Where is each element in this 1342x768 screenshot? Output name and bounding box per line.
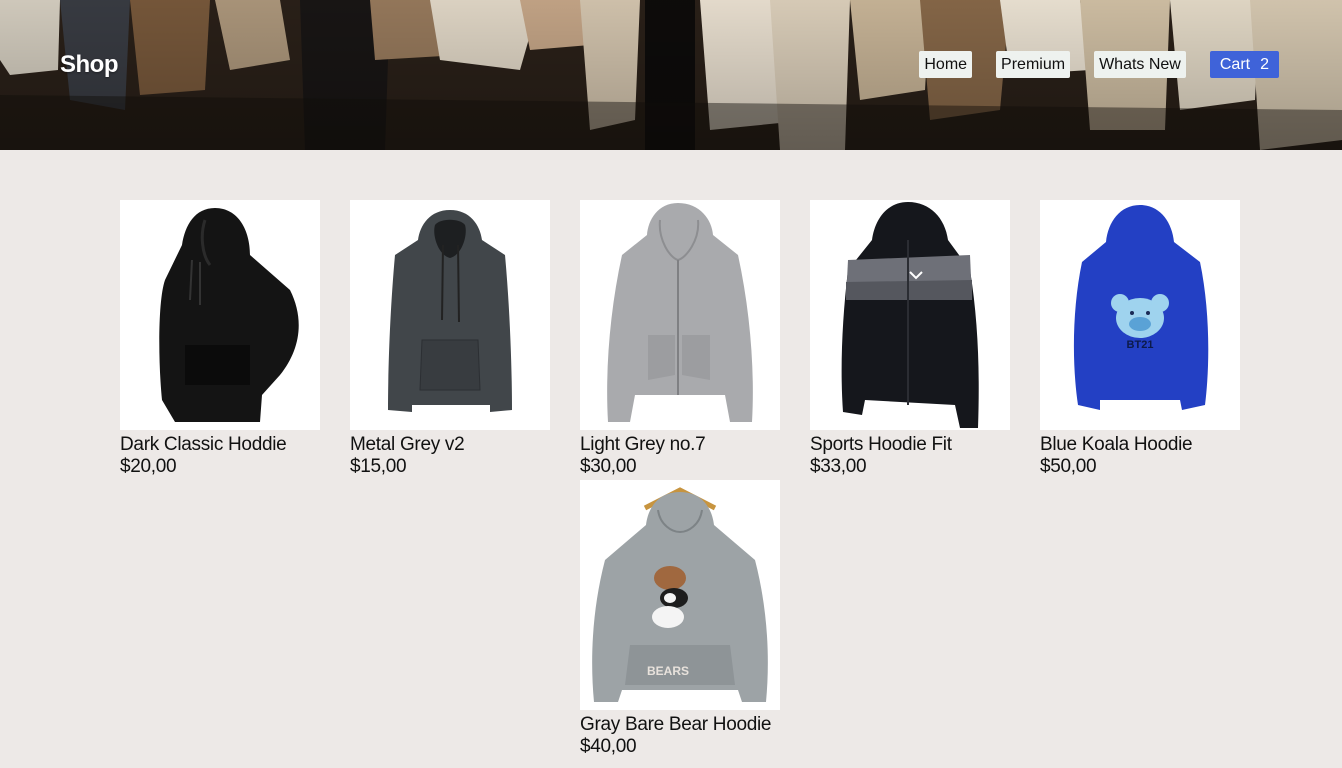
blue-koala-hoodie-image: BT21	[1073, 205, 1209, 410]
bare-bears-hoodie-image: BEARS	[592, 487, 768, 702]
product-card[interactable]: Dark Classic Hoddie $20,00	[120, 200, 320, 480]
product-card[interactable]: Sports Hoodie Fit $33,00	[810, 200, 1010, 480]
product-card[interactable]: Metal Grey v2 $15,00	[350, 200, 550, 480]
svg-text:BT21: BT21	[1127, 339, 1154, 351]
sports-zip-hoodie-image	[841, 202, 979, 428]
cart-count-badge: 2	[1260, 55, 1269, 73]
product-price: $30,00	[580, 456, 637, 477]
nav-premium-button[interactable]: Premium	[996, 51, 1071, 78]
product-card[interactable]: BEARS Gray Bare Bear Hoodie $40,00	[580, 480, 780, 760]
cart-label: Cart	[1219, 55, 1251, 73]
product-image[interactable]	[120, 200, 320, 430]
product-price: $50,00	[1040, 456, 1097, 477]
black-hoodie-image	[159, 208, 299, 422]
product-name[interactable]: Gray Bare Bear Hoodie	[580, 714, 780, 736]
product-image[interactable]: BEARS	[580, 480, 780, 710]
product-card[interactable]: Light Grey no.7 $30,00	[580, 200, 780, 480]
product-image[interactable]	[810, 200, 1010, 430]
product-image[interactable]	[350, 200, 550, 430]
product-name[interactable]: Light Grey no.7	[580, 434, 780, 456]
brand-logo[interactable]: Shop	[60, 51, 119, 79]
product-card[interactable]: BT21 Blue Koala Hoodie $50,00	[1040, 200, 1240, 480]
product-price: $20,00	[120, 456, 177, 477]
product-name[interactable]: Dark Classic Hoddie	[120, 434, 320, 456]
product-price: $15,00	[350, 456, 407, 477]
hero-banner: Shop Home Premium Whats New Cart 2	[0, 0, 1342, 150]
top-nav: Home Premium Whats New Cart 2	[919, 51, 1279, 78]
product-image[interactable]: BT21	[1040, 200, 1240, 430]
product-name[interactable]: Blue Koala Hoodie	[1040, 434, 1240, 456]
cart-button[interactable]: Cart 2	[1209, 51, 1279, 78]
light-grey-zip-hoodie-image	[607, 203, 753, 422]
product-name[interactable]: Sports Hoodie Fit	[810, 434, 1010, 456]
dark-grey-hoodie-image	[388, 210, 512, 412]
product-image[interactable]	[580, 200, 780, 430]
product-name[interactable]: Metal Grey v2	[350, 434, 550, 456]
product-price: $40,00	[580, 736, 637, 757]
svg-text:BEARS: BEARS	[647, 664, 689, 678]
nav-home-button[interactable]: Home	[919, 51, 973, 78]
nav-whats-new-button[interactable]: Whats New	[1094, 51, 1186, 78]
product-grid: Dark Classic Hoddie $20,00 Metal Grey v2…	[120, 200, 1240, 760]
product-price: $33,00	[810, 456, 867, 477]
